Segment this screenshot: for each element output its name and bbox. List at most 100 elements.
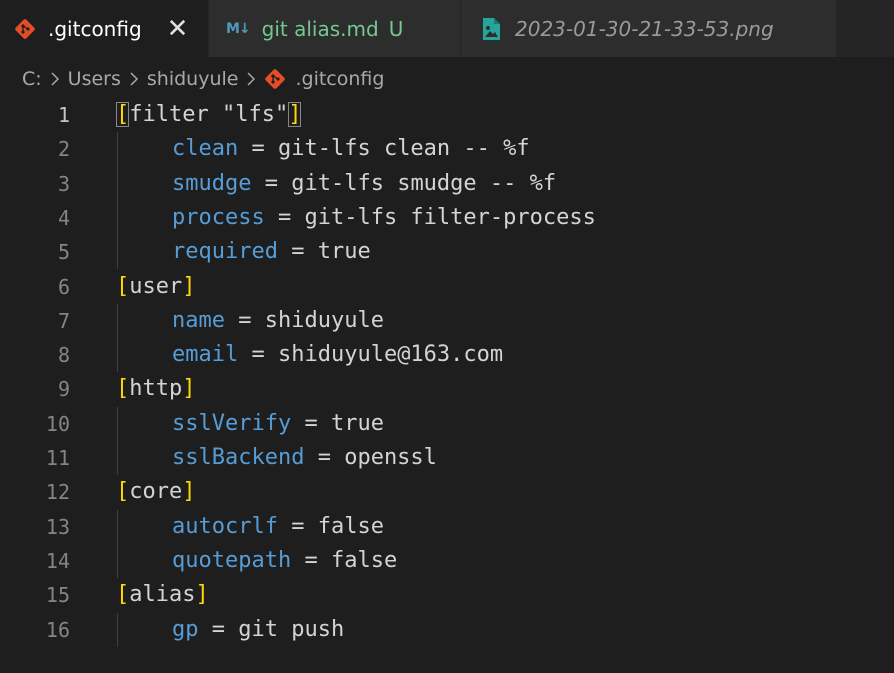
- config-value: git-lfs filter-process: [304, 204, 596, 230]
- indent-guide: [117, 612, 118, 647]
- config-key: name: [172, 307, 225, 333]
- equals-sign: =: [291, 410, 331, 436]
- config-value: false: [317, 513, 384, 539]
- code-line[interactable]: 14 quotepath = false: [0, 544, 894, 578]
- equals-sign: =: [291, 547, 331, 573]
- config-entry: gp = git push: [172, 613, 344, 647]
- config-key: clean: [172, 136, 239, 162]
- indent-guide: [117, 303, 118, 373]
- config-key: autocrlf: [172, 513, 278, 539]
- equals-sign: =: [238, 136, 278, 162]
- config-entry: required = true: [172, 235, 371, 269]
- equals-sign: =: [277, 239, 318, 265]
- breadcrumb-item-drive[interactable]: C:: [22, 68, 42, 90]
- config-value: shiduyule: [264, 307, 384, 333]
- chevron-right-icon: [50, 71, 60, 87]
- line-number: 16: [45, 617, 70, 642]
- section-name: alias: [129, 582, 196, 608]
- line-number: 12: [45, 480, 70, 505]
- line-number: 7: [57, 308, 70, 333]
- markdown-icon: M↓: [226, 20, 251, 37]
- bracket-open: [: [116, 582, 130, 608]
- section-header: [core]: [116, 475, 195, 509]
- bracket-close: ]: [182, 479, 196, 505]
- config-entry: autocrlf = false: [172, 510, 384, 544]
- chevron-right-icon: [129, 71, 139, 87]
- line-number: 11: [45, 446, 70, 470]
- breadcrumb-item-file[interactable]: .gitconfig: [295, 68, 384, 90]
- config-value: openssl: [344, 445, 437, 470]
- config-key: process: [172, 204, 265, 230]
- code-line[interactable]: 11 sslBackend = openssl: [0, 441, 894, 475]
- equals-sign: =: [198, 616, 239, 642]
- line-number: 8: [57, 343, 70, 368]
- section-header: [alias]: [116, 578, 209, 612]
- untracked-badge: U: [388, 16, 404, 41]
- code-line[interactable]: 15 [alias]: [0, 578, 894, 612]
- code-line[interactable]: 5 required = true: [0, 235, 894, 269]
- breadcrumb-item-users[interactable]: Users: [68, 68, 121, 90]
- git-file-icon: [264, 68, 286, 90]
- line-number: 5: [57, 240, 70, 265]
- image-file-icon: [481, 17, 501, 41]
- config-entry: quotepath = false: [172, 544, 397, 578]
- config-entry: sslBackend = openssl: [172, 441, 437, 475]
- tab-label: git alias.md: [261, 16, 379, 41]
- section-header: [filter "lfs"]: [116, 98, 302, 132]
- code-line[interactable]: 13 autocrlf = false: [0, 510, 894, 544]
- bracket-open: [: [116, 376, 130, 402]
- line-number: 9: [57, 377, 70, 402]
- section-name: core: [129, 479, 183, 505]
- git-file-icon: [14, 18, 36, 40]
- tab-label: 2023-01-30-21-33-53.png: [515, 16, 774, 41]
- code-line[interactable]: 4 process = git-lfs filter-process: [0, 201, 894, 235]
- chevron-right-icon: [246, 71, 256, 87]
- config-entry: email = shiduyule@163.com: [172, 338, 503, 372]
- bracket-open: [: [116, 273, 130, 299]
- config-value: true: [317, 239, 371, 265]
- config-value: git-lfs clean -- %f: [277, 136, 530, 162]
- line-number: 10: [45, 411, 70, 436]
- line-number: 3: [57, 171, 70, 196]
- code-line[interactable]: 3 smudge = git-lfs smudge -- %f: [0, 167, 894, 201]
- equals-sign: =: [251, 170, 292, 196]
- bracket-close: ]: [195, 582, 209, 608]
- tab-git-alias-md[interactable]: M↓ git alias.md U: [209, 0, 461, 57]
- indent-guide: [117, 406, 118, 476]
- config-key: sslBackend: [172, 445, 305, 470]
- tab-bar: .gitconfig ✕ M↓ git alias.md U 2023-01-3…: [0, 0, 894, 57]
- equals-sign: =: [304, 445, 345, 470]
- config-key: quotepath: [172, 547, 292, 573]
- config-value: false: [330, 547, 398, 573]
- section-name: http: [129, 376, 183, 402]
- config-key: smudge: [172, 170, 252, 196]
- equals-sign: =: [238, 342, 278, 368]
- code-line[interactable]: 12 [core]: [0, 475, 894, 509]
- code-line[interactable]: 6 [user]: [0, 270, 894, 304]
- config-key: required: [172, 239, 278, 265]
- tab-label: .gitconfig: [48, 16, 142, 41]
- line-number: 15: [45, 583, 70, 608]
- breadcrumb-item-user[interactable]: shiduyule: [147, 68, 239, 90]
- bracket-open: [: [116, 102, 130, 127]
- code-line[interactable]: 16 gp = git push: [0, 613, 894, 647]
- config-value: git-lfs smudge -- %f: [291, 170, 557, 196]
- config-key: gp: [172, 616, 199, 642]
- config-entry: process = git-lfs filter-process: [172, 201, 596, 235]
- code-line[interactable]: 8 email = shiduyule@163.com: [0, 338, 894, 372]
- code-line[interactable]: 10 sslVerify = true: [0, 407, 894, 441]
- code-line[interactable]: 2 clean = git-lfs clean -- %f: [0, 132, 894, 166]
- equals-sign: =: [224, 307, 265, 333]
- tab-gitconfig[interactable]: .gitconfig ✕: [0, 0, 209, 57]
- bracket-open: [: [116, 479, 130, 505]
- code-line[interactable]: 7 name = shiduyule: [0, 304, 894, 338]
- line-number: 13: [45, 514, 70, 539]
- breadcrumb: C: Users shiduyule .gitconfig: [22, 62, 384, 96]
- code-line[interactable]: 1 [filter "lfs"]: [0, 98, 894, 132]
- config-value: shiduyule@163.com: [277, 342, 504, 368]
- section-name: user: [129, 273, 183, 299]
- close-icon[interactable]: ✕: [167, 16, 189, 42]
- tab-png-image[interactable]: 2023-01-30-21-33-53.png: [461, 0, 837, 57]
- equals-sign: =: [264, 204, 305, 230]
- code-line[interactable]: 9 [http]: [0, 372, 894, 406]
